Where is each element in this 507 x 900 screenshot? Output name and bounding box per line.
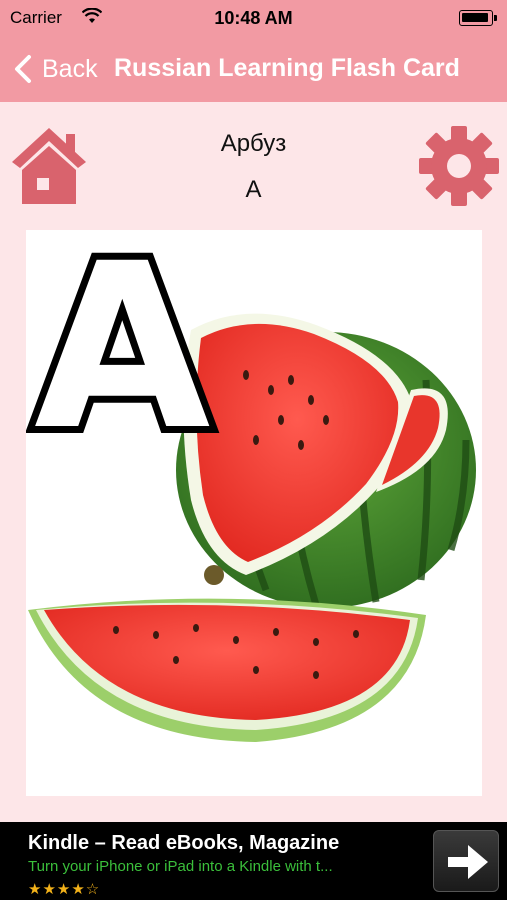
- rating-stars: ★★★★☆: [28, 881, 101, 898]
- arrow-right-icon: [448, 845, 488, 879]
- card-header: Арбуз А: [0, 102, 507, 226]
- battery-icon: [459, 10, 497, 26]
- page-title: Russian Learning Flash Card: [114, 54, 460, 82]
- clock: 10:48 AM: [214, 8, 293, 28]
- status-bar: Carrier 10:48 AM: [0, 0, 507, 36]
- gear-icon: [419, 126, 499, 206]
- letter-overlay: A: [27, 230, 217, 487]
- big-letter: A: [34, 230, 210, 480]
- navigation-bar: Back Russian Learning Flash Card: [0, 36, 507, 102]
- back-label: Back: [42, 54, 98, 83]
- back-button[interactable]: Back: [12, 52, 98, 86]
- chevron-left-icon: [15, 55, 31, 83]
- settings-button[interactable]: [419, 126, 499, 206]
- flash-card-image: A: [26, 230, 482, 796]
- ad-title: Kindle – Read eBooks, Magazine: [28, 832, 340, 854]
- ad-subtitle: Turn your iPhone or iPad into a Kindle w…: [28, 858, 333, 875]
- ad-open-button[interactable]: [433, 830, 499, 892]
- ad-banner[interactable]: Kindle – Read eBooks, Magazine Turn your…: [0, 822, 507, 900]
